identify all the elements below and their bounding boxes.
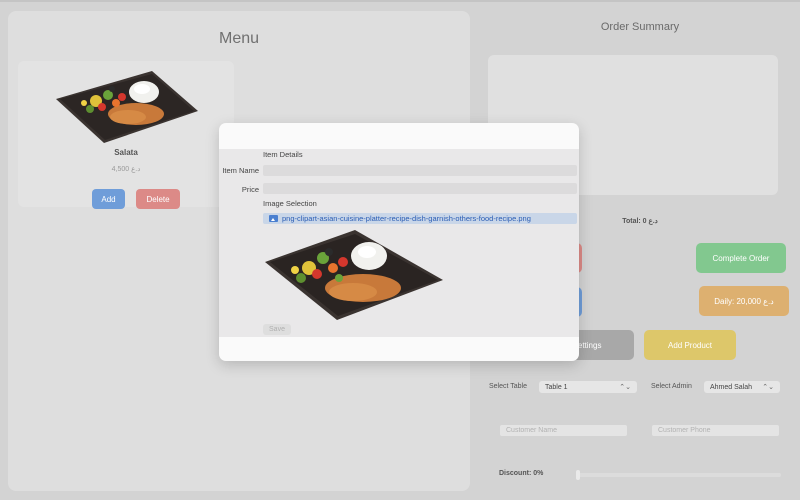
menu-item-price: 4,500 د.ع (111, 166, 141, 173)
image-preview (265, 230, 443, 320)
image-file-picker[interactable]: png-clipart-asian-cuisine-platter-recipe… (263, 213, 577, 224)
item-name-input[interactable] (263, 165, 577, 176)
image-file-icon (269, 215, 278, 222)
order-total: Total: 0 د.ع (622, 218, 658, 225)
select-admin-label: Select Admin (651, 383, 692, 390)
chevron-updown-icon: ⌃⌄ (762, 384, 774, 391)
save-button[interactable]: Save (263, 324, 291, 335)
image-selection-heading: Image Selection (263, 199, 317, 208)
admin-select[interactable]: Ahmed Salah ⌃⌄ (704, 381, 780, 393)
customer-name-input[interactable]: Customer Name (500, 425, 627, 436)
item-details-heading: Item Details (263, 150, 303, 159)
window-top-border (0, 0, 800, 2)
select-table-label: Select Table (489, 383, 528, 390)
complete-order-button[interactable]: Complete Order (696, 243, 786, 273)
add-product-button[interactable]: Add Product (644, 330, 736, 360)
add-item-dialog: Item Details Item Name Price Image Selec… (219, 123, 579, 361)
table-select[interactable]: Table 1 ⌃⌄ (539, 381, 637, 393)
price-label: Price (241, 185, 259, 194)
daily-total-button[interactable]: Daily: 20,000 د.ع (699, 286, 789, 316)
add-button[interactable]: Add (92, 189, 125, 209)
admin-select-value: Ahmed Salah (710, 383, 753, 391)
image-file-name: png-clipart-asian-cuisine-platter-recipe… (282, 214, 531, 223)
table-select-value: Table 1 (545, 383, 568, 391)
delete-button[interactable]: Delete (136, 189, 180, 209)
discount-slider-knob[interactable] (576, 470, 580, 480)
dish-image (56, 71, 198, 143)
discount-label: Discount: 0% (499, 470, 544, 477)
menu-item-name: Salata (114, 148, 138, 157)
menu-title: Menu (218, 30, 260, 47)
menu-item-card[interactable]: Salata 4,500 د.ع Add Delete (18, 61, 234, 209)
dialog-body: Item Details Item Name Price Image Selec… (219, 149, 579, 337)
customer-phone-input[interactable]: Customer Phone (652, 425, 779, 436)
price-input[interactable] (263, 183, 577, 194)
chevron-updown-icon: ⌃⌄ (619, 384, 631, 391)
discount-slider[interactable] (576, 470, 781, 480)
order-summary-title: Order Summary (600, 21, 680, 33)
item-name-label: Item Name (222, 166, 259, 175)
